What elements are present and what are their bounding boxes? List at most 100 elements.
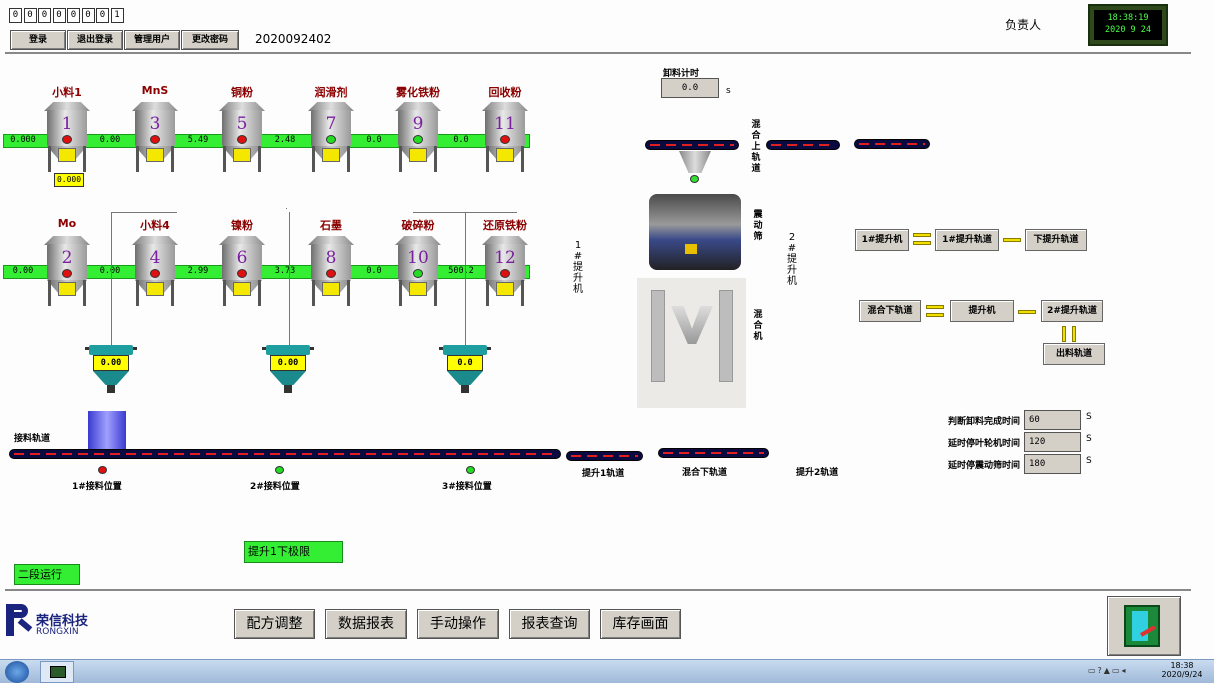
windows-taskbar: ▭?▲▭◂ 18:38 2020/9/24 bbox=[0, 659, 1214, 683]
clock-display: 18:38:19 2020 9 24 bbox=[1088, 4, 1168, 46]
hopper-weight: 0.0 bbox=[447, 355, 483, 371]
top-divider bbox=[5, 52, 1191, 54]
timer-input[interactable]: 120 bbox=[1024, 432, 1081, 452]
weight-value: 0.0 bbox=[453, 135, 469, 145]
lift2-label: 2#提升机 bbox=[787, 232, 797, 287]
arrow-right-icon bbox=[913, 233, 931, 237]
silo-status-dot bbox=[62, 269, 72, 278]
weigh-hopper[interactable]: 0.00 bbox=[262, 345, 314, 395]
silo-number: 2 bbox=[61, 248, 73, 268]
weight-value: 3.73 bbox=[274, 266, 296, 276]
position-status-dot bbox=[275, 466, 284, 474]
pipe-line bbox=[465, 305, 466, 345]
silo-status-dot bbox=[237, 135, 247, 144]
login-button[interactable]: 登录 bbox=[10, 30, 66, 50]
weight-value: 0.0 bbox=[366, 266, 382, 276]
nav-report-query-button[interactable]: 报表查询 bbox=[509, 609, 590, 639]
timer-label: 判断卸料完成时间 bbox=[947, 417, 1020, 427]
nav-data-report-button[interactable]: 数据报表 bbox=[325, 609, 407, 639]
material-label: 回收粉 bbox=[488, 86, 522, 99]
silo-3[interactable]: 3 bbox=[132, 102, 178, 172]
timer-unit: S bbox=[1086, 456, 1092, 466]
silo-8[interactable]: 8 bbox=[308, 236, 354, 306]
silo-number: 8 bbox=[325, 248, 337, 268]
hopper-weight: 0.00 bbox=[270, 355, 306, 371]
taskbar-app-icon[interactable] bbox=[40, 661, 74, 683]
silo-number: 9 bbox=[412, 114, 424, 134]
counter-digit: 0 bbox=[38, 8, 51, 23]
silo-12[interactable]: 12 bbox=[482, 236, 528, 306]
weight-value: 0.00 bbox=[12, 266, 34, 276]
start-button-icon[interactable] bbox=[5, 661, 29, 683]
silo-number: 1 bbox=[61, 114, 73, 134]
flow-lift1[interactable]: 1#提升机 bbox=[855, 229, 909, 251]
pipe-line bbox=[413, 212, 517, 213]
clock-time: 18:38:19 bbox=[1107, 13, 1149, 23]
flow-discharge-track[interactable]: 出料轨道 bbox=[1043, 343, 1105, 365]
material-label: 铜粉 bbox=[231, 86, 253, 99]
silo-2[interactable]: 2 bbox=[44, 236, 90, 306]
silo-5[interactable]: 5 bbox=[219, 102, 265, 172]
scada-screen: 00000001 登录 退出登录 管理用户 更改密码 2020092402 负责… bbox=[0, 0, 1214, 683]
flow-lifter[interactable]: 提升机 bbox=[950, 300, 1014, 322]
nav-recipe-adjust-button[interactable]: 配方调整 bbox=[234, 609, 315, 639]
track-segment-3 bbox=[854, 139, 930, 149]
receive-position-label: 2#接料位置 bbox=[250, 482, 300, 492]
material-label: 破碎粉 bbox=[401, 219, 435, 232]
timer-input[interactable]: 60 bbox=[1024, 410, 1081, 430]
silo-status-dot bbox=[62, 135, 72, 144]
flow-lift1-track[interactable]: 1#提升轨道 bbox=[935, 229, 999, 251]
silo-status-dot bbox=[150, 135, 160, 144]
pipe-line bbox=[289, 305, 290, 345]
silo-10[interactable]: 10 bbox=[395, 236, 441, 306]
material-label: 镍粉 bbox=[231, 219, 253, 232]
weight-value: 0.00 bbox=[99, 266, 121, 276]
batch-id: 2020092402 bbox=[255, 32, 332, 46]
position-status-dot bbox=[466, 466, 475, 474]
material-label: 雾化铁粉 bbox=[396, 86, 440, 99]
silo-number: 7 bbox=[325, 114, 337, 134]
change-password-button[interactable]: 更改密码 bbox=[181, 30, 239, 50]
taskbar-clock[interactable]: 18:38 2020/9/24 bbox=[1160, 661, 1204, 679]
material-label: Mo bbox=[57, 217, 77, 230]
weigh-hopper[interactable]: 0.0 bbox=[439, 345, 491, 395]
weight-value: 2.99 bbox=[187, 266, 209, 276]
silo-4[interactable]: 4 bbox=[132, 236, 178, 306]
weight-value: 0.000 bbox=[10, 135, 36, 145]
mix-feeder bbox=[679, 151, 711, 173]
lift2-track-label: 提升2轨道 bbox=[796, 468, 839, 478]
receive-position-label: 1#接料位置 bbox=[72, 482, 122, 492]
flow-mix-down-track[interactable]: 混合下轨道 bbox=[859, 300, 921, 322]
exit-button[interactable] bbox=[1107, 596, 1181, 656]
nav-inventory-button[interactable]: 库存画面 bbox=[600, 609, 681, 639]
manage-users-button[interactable]: 管理用户 bbox=[124, 30, 180, 50]
exit-door-icon bbox=[1124, 605, 1160, 647]
silo-status-dot bbox=[500, 269, 510, 278]
silo-9[interactable]: 9 bbox=[395, 102, 441, 172]
lift1-track bbox=[566, 451, 643, 461]
tray-icons[interactable]: ▭?▲▭◂ bbox=[1088, 666, 1138, 678]
nav-manual-operation-button[interactable]: 手动操作 bbox=[417, 609, 499, 639]
timer-unit: S bbox=[1086, 434, 1092, 444]
silo-11[interactable]: 11 bbox=[482, 102, 528, 172]
pipe-line bbox=[111, 212, 177, 213]
mix-up-track bbox=[645, 140, 739, 150]
silo-1[interactable]: 1 bbox=[44, 102, 90, 172]
weigh-hopper[interactable]: 0.00 bbox=[85, 345, 137, 395]
timer-input[interactable]: 180 bbox=[1024, 454, 1081, 474]
mix-up-track-label: 混合上轨道 bbox=[751, 120, 761, 174]
feeder-status-dot bbox=[690, 175, 699, 183]
silo-number: 11 bbox=[494, 114, 516, 134]
logout-button[interactable]: 退出登录 bbox=[67, 30, 123, 50]
silo-6[interactable]: 6 bbox=[219, 236, 265, 306]
lift1-lower-limit-status: 提升1下极限 bbox=[244, 541, 343, 563]
counter-digit: 0 bbox=[9, 8, 22, 23]
vibrating-screen-image bbox=[649, 194, 741, 270]
arrow-left-icon bbox=[1018, 310, 1036, 314]
silo-7[interactable]: 7 bbox=[308, 102, 354, 172]
flow-lower-lift-track[interactable]: 下提升轨道 bbox=[1025, 229, 1087, 251]
material-label: 小料1 bbox=[52, 86, 82, 99]
flow-lift2-track[interactable]: 2#提升轨道 bbox=[1041, 300, 1103, 322]
taskbar-time: 18:38 bbox=[1170, 661, 1194, 670]
weight-value: 5.49 bbox=[187, 135, 209, 145]
